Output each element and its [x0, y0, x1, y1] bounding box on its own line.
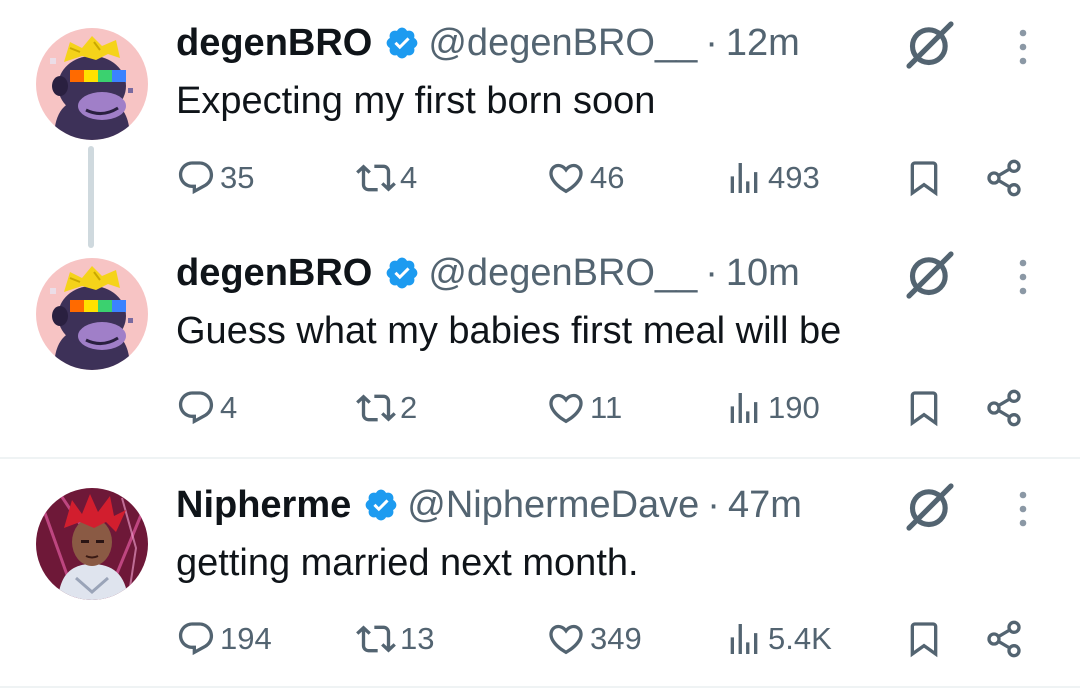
repost-icon: [356, 158, 396, 198]
views-chart-icon: [724, 388, 764, 428]
tweet-text: getting married next month.: [176, 542, 639, 584]
bookmark-icon[interactable]: [904, 158, 944, 198]
reply-button[interactable]: 4: [176, 383, 237, 433]
like-count: 46: [590, 160, 625, 195]
more-options-icon[interactable]: [1008, 484, 1038, 534]
reply-count: 35: [220, 160, 255, 195]
verified-badge-icon: [384, 255, 420, 291]
verified-badge-icon: [384, 25, 420, 61]
reply-count: 4: [220, 390, 238, 425]
views-chart-icon: [724, 619, 764, 659]
bookmark-icon[interactable]: [904, 619, 944, 659]
repost-button[interactable]: 13: [356, 614, 434, 664]
views-chart-icon: [724, 158, 764, 198]
view-count: 5.4K: [768, 621, 832, 656]
reply-button[interactable]: 35: [176, 153, 254, 203]
reply-button[interactable]: 194: [176, 614, 272, 664]
timestamp[interactable]: 12m: [726, 18, 800, 68]
views-button[interactable]: 190: [724, 383, 820, 433]
pixel-ape-avatar-icon: [36, 258, 148, 370]
display-name[interactable]: Nipherme: [176, 480, 351, 530]
like-count: 349: [590, 621, 642, 656]
display-name[interactable]: degenBRO: [176, 18, 372, 68]
grok-icon[interactable]: [902, 479, 958, 535]
repost-button[interactable]: 4: [356, 153, 417, 203]
repost-button[interactable]: 2: [356, 383, 417, 433]
repost-icon: [356, 619, 396, 659]
verified-badge-icon: [363, 487, 399, 523]
display-name[interactable]: degenBRO: [176, 248, 372, 298]
tweet-3[interactable]: Nipherme @NiphermeDave · 47m getting mar…: [0, 460, 1080, 686]
repost-count: 2: [400, 390, 418, 425]
like-count: 11: [590, 390, 623, 425]
more-options-icon[interactable]: [1008, 252, 1038, 302]
tweet-header: Nipherme @NiphermeDave · 47m: [176, 480, 802, 530]
separator-dot: ·: [707, 484, 720, 526]
tweet-header: degenBRO @degenBRO__ · 10m: [176, 248, 800, 298]
share-icon[interactable]: [984, 619, 1024, 659]
tweet-text: Guess what my babies first meal will be: [176, 310, 842, 352]
separator-dot: ·: [705, 252, 718, 294]
tweet-divider: [0, 457, 1080, 459]
reply-count: 194: [220, 621, 272, 656]
timestamp[interactable]: 47m: [728, 480, 802, 530]
reply-icon: [176, 388, 216, 428]
action-bar: 35 4 46 493: [176, 153, 1036, 203]
avatar[interactable]: [36, 28, 148, 140]
tweet-1[interactable]: degenBRO @degenBRO__ · 12m Expecting my …: [0, 0, 1080, 230]
tweet-2[interactable]: degenBRO @degenBRO__ · 10m Guess what my…: [0, 230, 1080, 456]
views-button[interactable]: 493: [724, 153, 820, 203]
heart-icon: [546, 388, 586, 428]
pixel-ape-avatar-icon: [36, 28, 148, 140]
heart-icon: [546, 158, 586, 198]
repost-count: 4: [400, 160, 418, 195]
grok-icon[interactable]: [902, 247, 958, 303]
share-icon[interactable]: [984, 388, 1024, 428]
reply-icon: [176, 619, 216, 659]
avatar[interactable]: [36, 258, 148, 370]
action-bar: 194 13 349 5.4K: [176, 614, 1036, 664]
avatar[interactable]: [36, 488, 148, 600]
repost-icon: [356, 388, 396, 428]
like-button[interactable]: 349: [546, 614, 642, 664]
more-options-icon[interactable]: [1008, 22, 1038, 72]
bookmark-icon[interactable]: [904, 388, 944, 428]
reply-icon: [176, 158, 216, 198]
user-handle[interactable]: @NiphermeDave: [407, 480, 699, 530]
heart-icon: [546, 619, 586, 659]
grok-icon[interactable]: [902, 17, 958, 73]
view-count: 190: [768, 390, 820, 425]
anime-character-avatar-icon: [36, 488, 148, 600]
share-icon[interactable]: [984, 158, 1024, 198]
tweet-divider: [0, 686, 1080, 688]
tweet-header: degenBRO @degenBRO__ · 12m: [176, 18, 800, 68]
views-button[interactable]: 5.4K: [724, 614, 832, 664]
like-button[interactable]: 46: [546, 153, 624, 203]
user-handle[interactable]: @degenBRO__: [428, 18, 697, 68]
tweet-text: Expecting my first born soon: [176, 80, 656, 122]
separator-dot: ·: [705, 22, 718, 64]
user-handle[interactable]: @degenBRO__: [428, 248, 697, 298]
like-button[interactable]: 11: [546, 383, 622, 433]
view-count: 493: [768, 160, 820, 195]
timestamp[interactable]: 10m: [726, 248, 800, 298]
action-bar: 4 2 11 190: [176, 383, 1036, 433]
repost-count: 13: [400, 621, 435, 656]
